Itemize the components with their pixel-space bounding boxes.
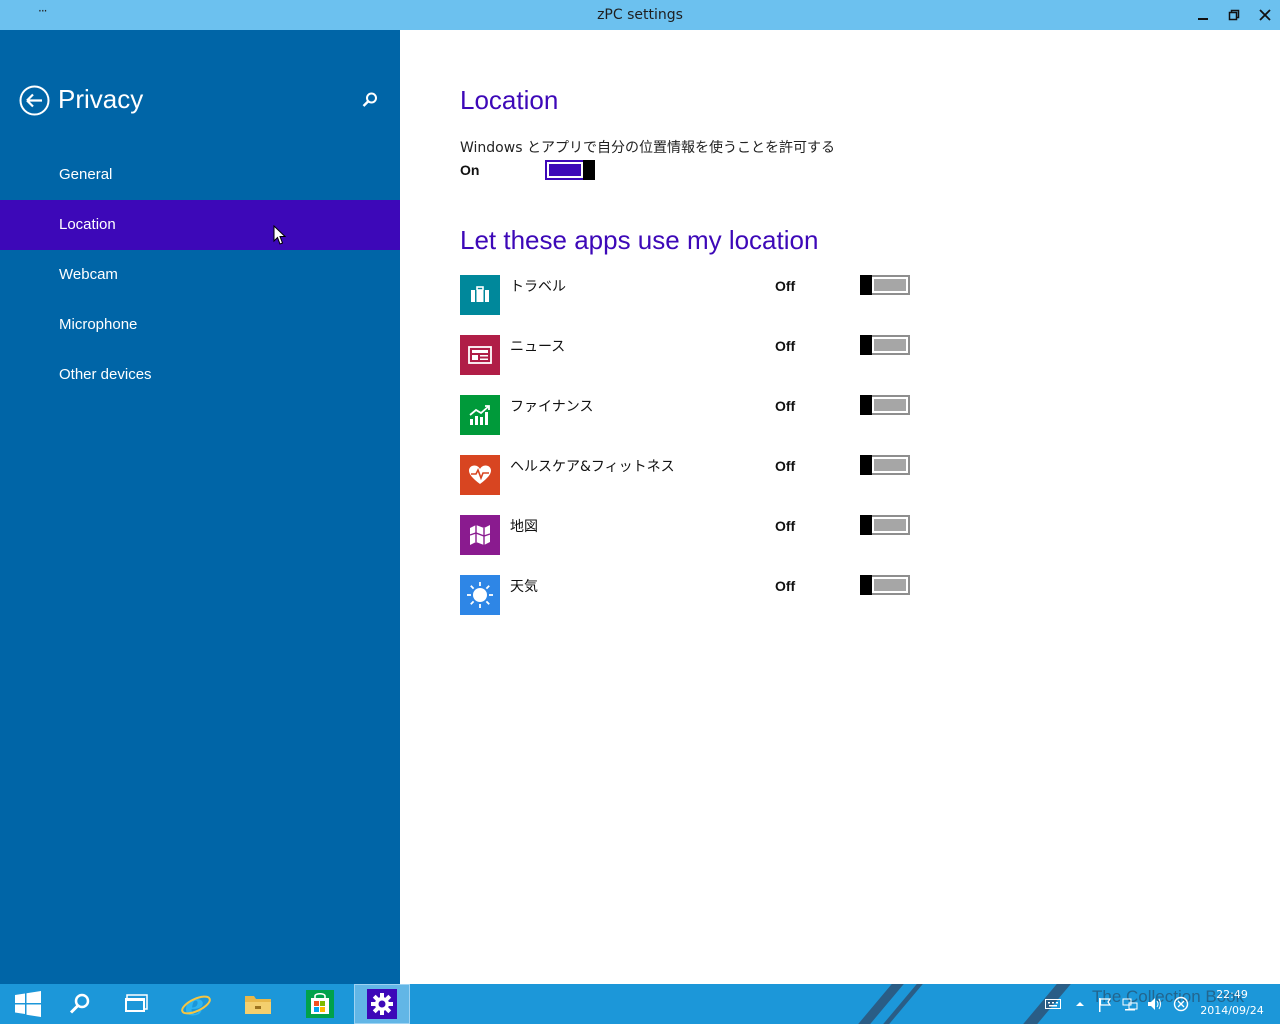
- taskbar-search-button[interactable]: [52, 984, 108, 1024]
- app-row-health-fitness: ヘルスケア&フィットネス Off: [460, 455, 920, 495]
- apps-heading: Let these apps use my location: [460, 225, 819, 255]
- search-icon: [362, 92, 377, 107]
- speaker-icon: [1148, 998, 1161, 1010]
- task-view-button[interactable]: [108, 984, 164, 1024]
- task-view-icon: [125, 994, 148, 1012]
- app-name: トラベル: [510, 279, 566, 295]
- taskbar-store[interactable]: [292, 984, 348, 1024]
- app-toggle-news[interactable]: [860, 335, 910, 355]
- sun-icon: [460, 575, 500, 615]
- app-row-weather: 天気 Off: [460, 575, 920, 615]
- page-title: Privacy: [58, 84, 144, 114]
- location-toggle[interactable]: [545, 160, 595, 180]
- app-name: ニュース: [510, 339, 566, 355]
- chart-icon: [460, 395, 500, 435]
- taskbar-file-explorer[interactable]: [230, 984, 286, 1024]
- sidebar-item-other-devices[interactable]: Other devices: [0, 350, 400, 400]
- app-toggle-health-fitness[interactable]: [860, 455, 910, 475]
- flag-icon: [1099, 997, 1112, 1012]
- heartbeat-icon: [460, 455, 500, 495]
- main-content: Location Windows とアプリで自分の位置情報を使うことを許可する …: [400, 30, 1280, 984]
- folder-icon: [245, 996, 271, 1014]
- app-name: 地図: [510, 519, 538, 535]
- app-state: Off: [775, 278, 796, 294]
- back-button[interactable]: [19, 85, 50, 116]
- clock-date: 2014/09/24: [1200, 1004, 1264, 1017]
- gear-icon: [367, 989, 397, 1019]
- store-bag-icon: [306, 990, 334, 1018]
- taskbar-clock[interactable]: 22:49 2014/09/24: [1196, 987, 1268, 1019]
- keyboard-tray-button[interactable]: [1044, 996, 1062, 1012]
- app-state: Off: [775, 338, 796, 354]
- location-state-label: On: [460, 162, 480, 178]
- location-description: Windows とアプリで自分の位置情報を使うことを許可する: [460, 140, 835, 156]
- close-circle-icon: [1173, 996, 1189, 1012]
- close-button[interactable]: [1250, 0, 1280, 30]
- app-row-news: ニュース Off: [460, 335, 920, 375]
- keyboard-icon: [1045, 999, 1061, 1009]
- sidebar: Privacy General Location Webcam Micropho…: [0, 30, 400, 984]
- app-row-finance: ファイナンス Off: [460, 395, 920, 435]
- start-button[interactable]: [0, 984, 56, 1024]
- windows-logo-icon: [15, 991, 41, 1017]
- sidebar-item-general[interactable]: General: [0, 150, 400, 200]
- briefcase-icon: [460, 275, 500, 315]
- app-name: ファイナンス: [510, 399, 594, 415]
- location-heading: Location: [460, 85, 559, 115]
- app-state: Off: [775, 518, 796, 534]
- action-center-button[interactable]: [1097, 996, 1113, 1012]
- taskbar: e The Collection Book 22:49 2014/09/24: [0, 984, 1280, 1024]
- newspaper-icon: [460, 335, 500, 375]
- map-icon: [460, 515, 500, 555]
- network-button[interactable]: [1122, 996, 1138, 1012]
- app-state: Off: [775, 578, 796, 594]
- back-arrow-icon: [19, 85, 50, 116]
- search-icon: [69, 993, 90, 1014]
- app-toggle-maps[interactable]: [860, 515, 910, 535]
- chevron-up-icon: [1076, 1002, 1084, 1006]
- app-row-travel: トラベル Off: [460, 275, 920, 315]
- taskbar-pc-settings[interactable]: [354, 984, 410, 1024]
- app-toggle-weather[interactable]: [860, 575, 910, 595]
- search-button[interactable]: [361, 91, 379, 109]
- app-state: Off: [775, 458, 796, 474]
- volume-button[interactable]: [1146, 996, 1164, 1012]
- app-name: 天気: [510, 579, 538, 595]
- minimize-button[interactable]: [1188, 0, 1218, 30]
- app-toggle-travel[interactable]: [860, 275, 910, 295]
- sidebar-item-webcam[interactable]: Webcam: [0, 250, 400, 300]
- show-hidden-icons-button[interactable]: [1073, 996, 1087, 1012]
- network-icon: [1122, 998, 1138, 1010]
- minimize-icon: [1198, 18, 1208, 20]
- app-row-maps: 地図 Off: [460, 515, 920, 555]
- status-tray-button[interactable]: [1172, 996, 1190, 1012]
- app-name: ヘルスケア&フィットネス: [510, 459, 675, 475]
- restore-button[interactable]: [1219, 0, 1249, 30]
- title-bar: ··· zPC settings: [0, 0, 1280, 30]
- sidebar-item-location[interactable]: Location: [0, 200, 400, 250]
- app-state: Off: [775, 398, 796, 414]
- sidebar-nav: General Location Webcam Microphone Other…: [0, 150, 400, 400]
- mouse-cursor-icon: [273, 225, 287, 245]
- close-icon: [1259, 9, 1271, 21]
- sidebar-item-microphone[interactable]: Microphone: [0, 300, 400, 350]
- window-title: zPC settings: [597, 7, 683, 23]
- clock-time: 22:49: [1216, 988, 1248, 1001]
- app-toggle-finance[interactable]: [860, 395, 910, 415]
- internet-explorer-icon: e: [181, 988, 211, 1020]
- restore-icon: [1228, 9, 1240, 21]
- taskbar-internet-explorer[interactable]: e: [168, 984, 224, 1024]
